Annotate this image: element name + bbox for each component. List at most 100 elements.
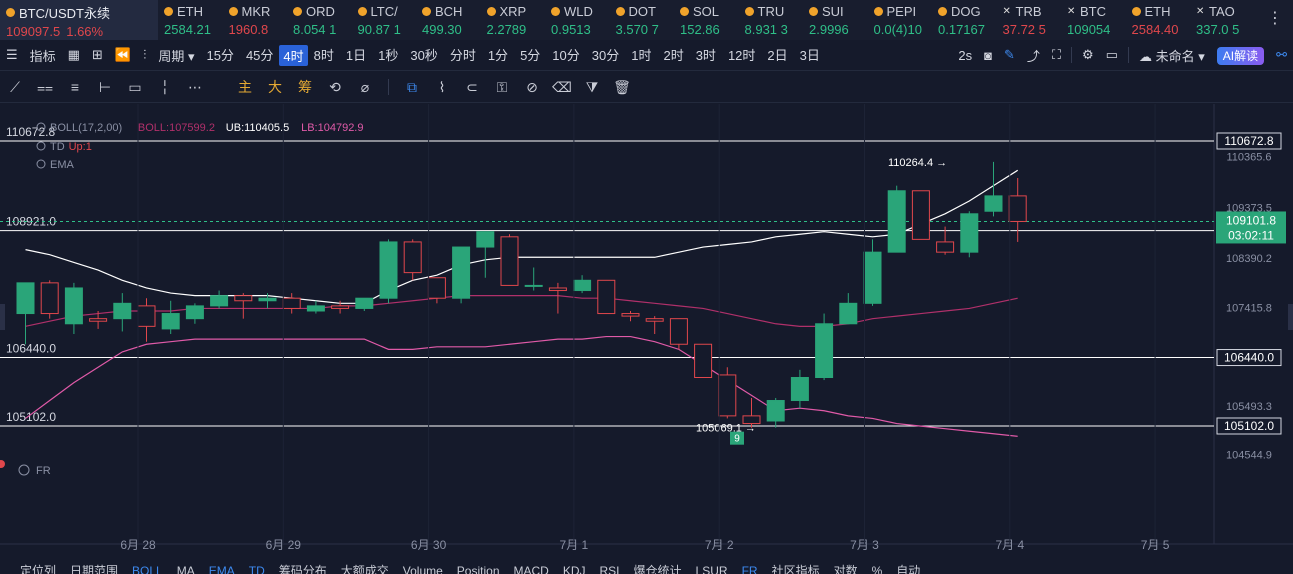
interval-option[interactable]: 10分: [546, 45, 585, 66]
candle[interactable]: [694, 343, 713, 379]
pencil-icon[interactable]: ✎: [998, 47, 1021, 63]
copy-icon[interactable]: ⧉: [397, 79, 427, 96]
candle[interactable]: [548, 287, 567, 292]
replay-icon[interactable]: ⟲: [320, 79, 350, 96]
ticker-item[interactable]: PEPI 0.0(4)10: [868, 0, 933, 40]
indicator-button[interactable]: 指标: [24, 46, 62, 65]
ticker-item[interactable]: ETH 2584.40: [1126, 0, 1191, 40]
candle[interactable]: [815, 323, 834, 379]
candle[interactable]: [185, 305, 204, 320]
candle[interactable]: [403, 241, 422, 274]
interval-option[interactable]: 3时: [690, 45, 722, 66]
vertical-line-icon[interactable]: ╎: [150, 79, 180, 96]
interval-option[interactable]: 1秒: [372, 45, 404, 66]
candle[interactable]: [258, 297, 277, 302]
bottom-tab[interactable]: 定位列: [20, 562, 56, 574]
candle-type-icon[interactable]: ⫶: [137, 47, 152, 63]
bottom-tab[interactable]: TD: [249, 562, 265, 574]
ticker-item[interactable]: TRU 8.931 3: [739, 0, 804, 40]
bottom-tab[interactable]: 社区指标: [772, 562, 820, 574]
bottom-tab[interactable]: 筹码分布: [279, 562, 327, 574]
share-network-icon[interactable]: ⚯: [1270, 47, 1293, 63]
fr-collapse-icon[interactable]: [18, 464, 30, 476]
interval-option[interactable]: 3日: [794, 45, 826, 66]
bottom-tab[interactable]: MACD: [514, 562, 549, 574]
candle[interactable]: [40, 282, 59, 315]
more-tools-icon[interactable]: ⋯: [180, 79, 210, 96]
trend-line-icon[interactable]: ⟋: [0, 79, 30, 96]
bottom-tab[interactable]: 对数: [834, 562, 858, 574]
bottom-tab[interactable]: 日期范围: [70, 562, 118, 574]
candle[interactable]: [427, 277, 446, 299]
eraser-icon[interactable]: ⌫: [547, 79, 577, 96]
settings-icon[interactable]: ⚙: [1076, 47, 1100, 63]
bottom-tab[interactable]: 自动: [896, 562, 920, 574]
refresh-rate[interactable]: 2s: [952, 48, 978, 63]
bottom-tab[interactable]: EMA: [209, 562, 235, 574]
bottom-tab[interactable]: 大额成交: [341, 562, 389, 574]
candle[interactable]: [282, 297, 301, 309]
ticker-item[interactable]: XRP 2.2789: [481, 0, 546, 40]
ticker-item[interactable]: ETH 2584.21: [158, 0, 223, 40]
period-dropdown[interactable]: 周期 ▾: [152, 46, 200, 65]
share-icon[interactable]: ⤴: [1021, 46, 1046, 65]
interval-option[interactable]: 8时: [308, 45, 340, 66]
lock-icon[interactable]: ⚿: [487, 79, 517, 96]
price-axis[interactable]: [1214, 104, 1293, 544]
candle[interactable]: [1008, 195, 1027, 222]
bottom-tab[interactable]: Position: [457, 562, 500, 574]
candle[interactable]: [161, 313, 180, 330]
candle[interactable]: [500, 236, 519, 286]
rewind-icon[interactable]: ⏪: [109, 47, 137, 63]
candle[interactable]: [790, 377, 809, 402]
trash-icon[interactable]: 🗑: [607, 79, 637, 96]
no-drawing-icon[interactable]: ⌀: [350, 79, 380, 96]
candle[interactable]: [960, 213, 979, 253]
candle[interactable]: [113, 302, 132, 320]
ticker-item[interactable]: DOG 0.17167: [932, 0, 997, 40]
ticker-item[interactable]: DOT 3.570 7: [610, 0, 675, 40]
bottom-tab[interactable]: 爆仓统计: [634, 562, 682, 574]
fullscreen-icon[interactable]: ⛶: [1046, 47, 1067, 63]
ticker-item[interactable]: LTC/90.87 1: [352, 0, 417, 40]
eye-icon[interactable]: [36, 141, 46, 151]
interval-option[interactable]: 5分: [514, 45, 546, 66]
interval-option[interactable]: 2时: [657, 45, 689, 66]
candle[interactable]: [210, 295, 229, 307]
candle[interactable]: [331, 305, 350, 309]
ticker-item[interactable]: BCH 499.30: [416, 0, 481, 40]
interval-option[interactable]: 12时: [722, 45, 761, 66]
ticker-item[interactable]: SOL 152.86: [674, 0, 739, 40]
eye-icon[interactable]: [36, 159, 46, 169]
candle[interactable]: [984, 195, 1003, 212]
bottom-tab[interactable]: LSUR: [696, 562, 728, 574]
bottom-tab[interactable]: Volume: [403, 562, 443, 574]
price-chart[interactable]: 110672.8110672.8108921.0108921.0106440.0…: [0, 104, 1293, 562]
interval-option[interactable]: 1日: [340, 45, 372, 66]
candle[interactable]: [16, 282, 35, 315]
candle[interactable]: [911, 190, 930, 240]
ticker-item[interactable]: ORD 8.054 1: [287, 0, 352, 40]
right-panel-handle[interactable]: [1288, 304, 1293, 330]
interval-option[interactable]: 分时: [444, 45, 482, 66]
ticker-item[interactable]: WLD 0.9513: [545, 0, 610, 40]
candle[interactable]: [355, 297, 374, 309]
main-force-button[interactable]: 主: [230, 77, 260, 97]
left-panel-handle[interactable]: [0, 304, 5, 330]
big-order-button[interactable]: 大: [260, 77, 290, 97]
candle[interactable]: [669, 318, 688, 345]
candle[interactable]: [766, 400, 785, 422]
bottom-tab[interactable]: %: [872, 562, 883, 574]
interval-option[interactable]: 30分: [586, 45, 625, 66]
candle[interactable]: [476, 231, 495, 248]
ruler-icon[interactable]: ⌇: [427, 79, 457, 96]
layout-name-dropdown[interactable]: ☁ 未命名 ▾: [1133, 46, 1211, 65]
interval-option[interactable]: 4时: [279, 44, 308, 66]
candle[interactable]: [621, 313, 640, 317]
ticker-item[interactable]: ✕ TAO 337.0 5: [1190, 0, 1255, 40]
candle[interactable]: [379, 241, 398, 299]
candle[interactable]: [64, 287, 83, 325]
candle[interactable]: [863, 251, 882, 304]
interval-option[interactable]: 1时: [625, 45, 657, 66]
candle[interactable]: [89, 318, 108, 322]
